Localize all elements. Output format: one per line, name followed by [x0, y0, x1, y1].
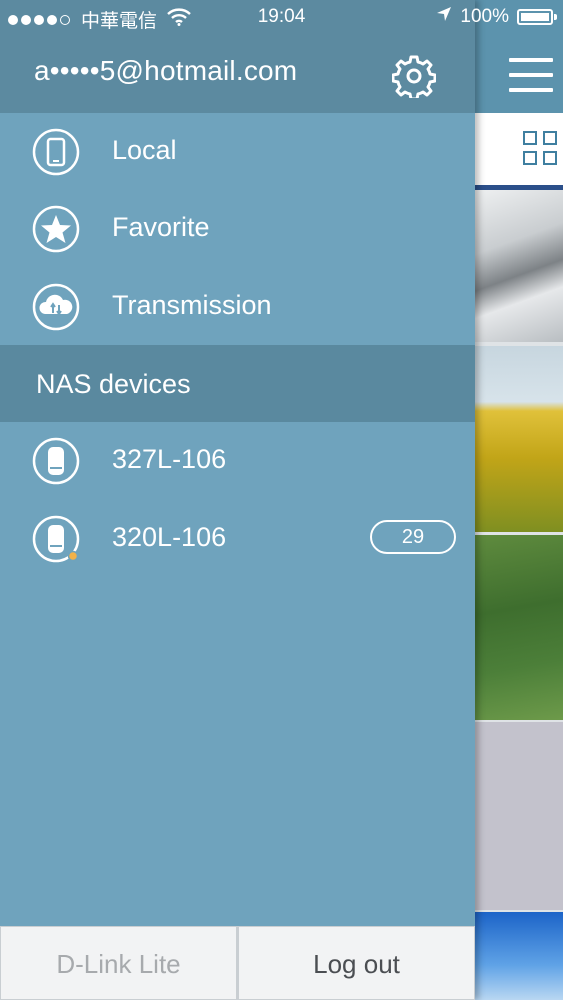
photo-thumbnail[interactable]: [475, 912, 563, 1000]
status-bar: 中華電信 19:04 100%: [0, 0, 563, 36]
drawer-footer: D-Link Lite Log out: [0, 926, 475, 1000]
hamburger-menu-icon[interactable]: [509, 56, 553, 94]
nas-device-327l-106[interactable]: 327L-106: [0, 422, 475, 499]
location-arrow-icon: [436, 6, 452, 28]
nas-device-320l-106[interactable]: 320L-106 29: [0, 500, 475, 577]
nas-drive-icon: [32, 515, 80, 563]
background-app: [475, 0, 563, 1000]
menu-item-label: Local: [112, 135, 177, 165]
notification-count-badge: 29: [370, 520, 456, 554]
photo-thumbnail[interactable]: [475, 346, 563, 532]
log-out-button[interactable]: Log out: [238, 926, 475, 1000]
menu-item-label: Favorite: [112, 212, 210, 242]
menu-item-label: Transmission: [112, 290, 272, 320]
photo-thumbnail[interactable]: [475, 190, 563, 342]
device-label: 320L-106: [112, 522, 227, 552]
photo-thumbnail[interactable]: [475, 722, 563, 910]
photo-thumbnail[interactable]: [475, 535, 563, 720]
device-label: 327L-106: [112, 444, 227, 474]
menu-item-transmission[interactable]: Transmission: [0, 268, 475, 345]
settings-gear-icon[interactable]: [391, 54, 437, 101]
nas-drive-icon: [32, 437, 80, 485]
battery-icon: [517, 9, 557, 25]
battery-percent: 100%: [460, 6, 509, 27]
cloud-transfer-icon: [32, 283, 80, 331]
menu-item-local[interactable]: Local: [0, 113, 475, 190]
nas-devices-section-header: NAS devices: [0, 345, 475, 422]
account-email: a•••••5@hotmail.com: [34, 55, 298, 86]
section-title: NAS devices: [36, 369, 191, 399]
d-link-lite-button[interactable]: D-Link Lite: [0, 926, 238, 1000]
side-drawer: a•••••5@hotmail.com Local Favorite Trans…: [0, 0, 475, 1000]
screen: a•••••5@hotmail.com Local Favorite Trans…: [0, 0, 563, 1000]
grid-view-icon[interactable]: [523, 131, 563, 171]
status-dot: [67, 550, 79, 562]
status-right: 100%: [436, 6, 557, 28]
menu-item-favorite[interactable]: Favorite: [0, 190, 475, 267]
battery-level-fill: [521, 13, 549, 21]
background-toolbar: [475, 113, 563, 185]
phone-icon: [32, 128, 80, 176]
star-icon: [32, 205, 80, 253]
